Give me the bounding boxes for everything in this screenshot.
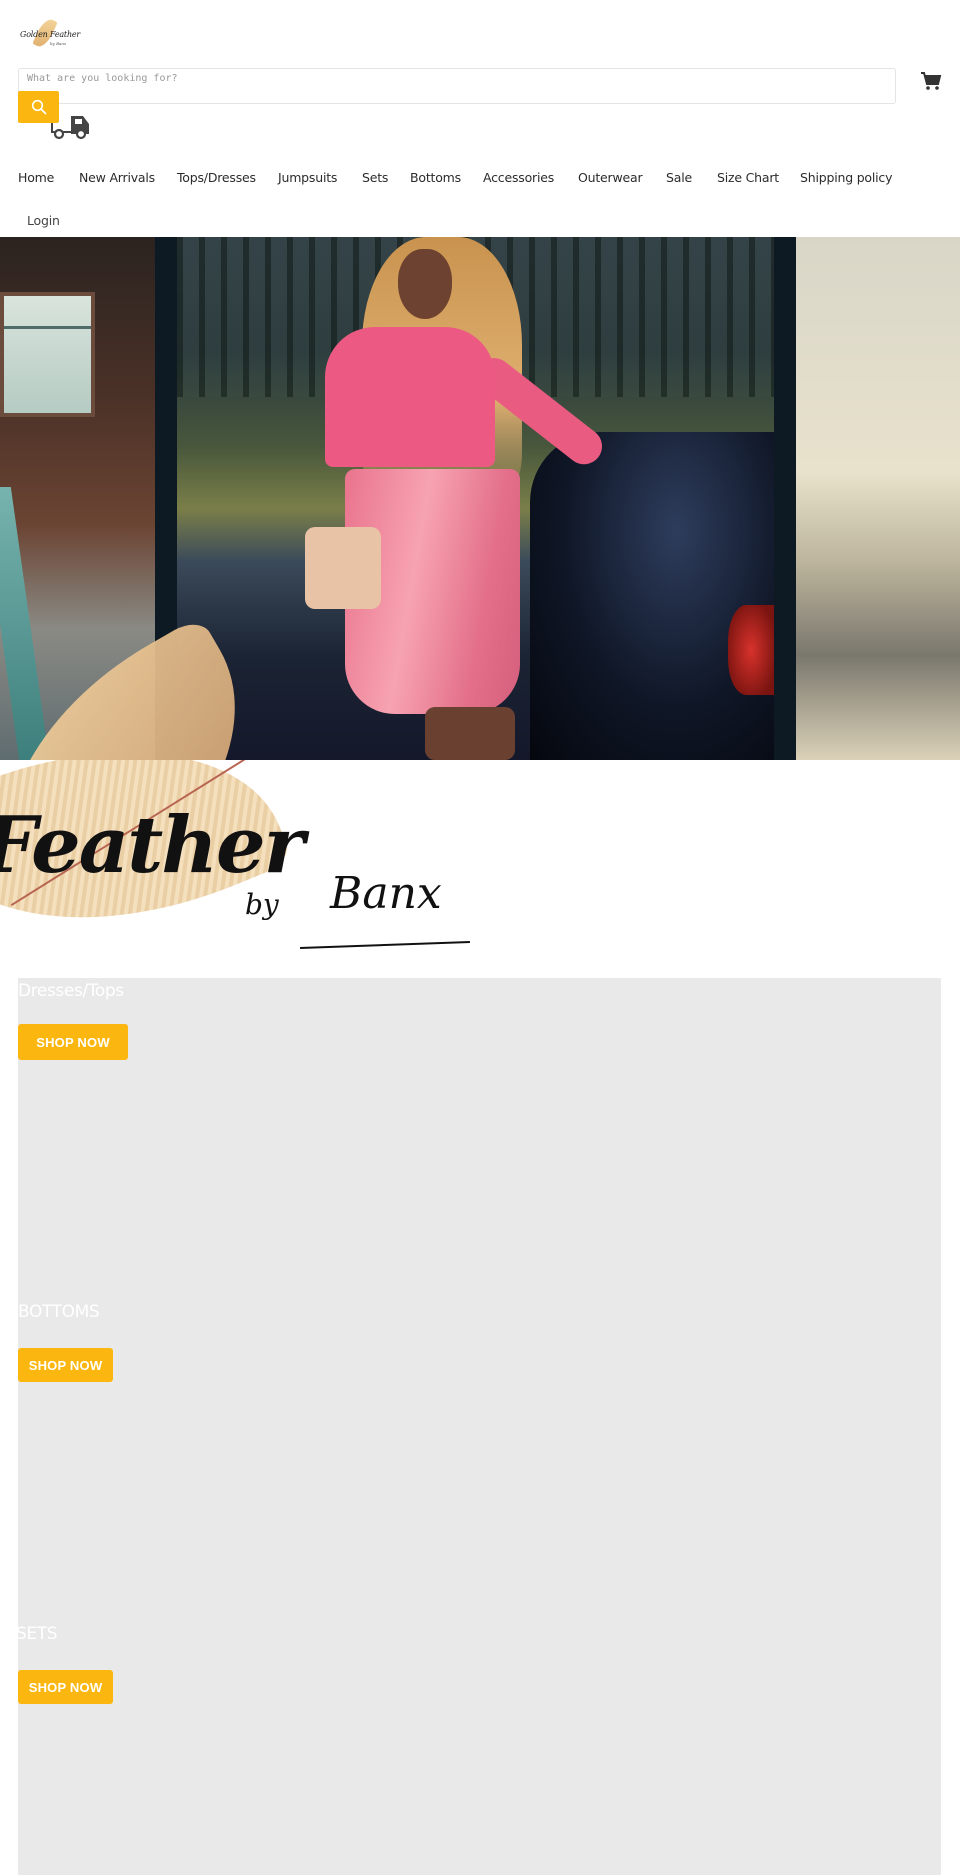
search-bar	[18, 68, 896, 104]
store-logo[interactable]: Golden Feather by Banx	[18, 16, 80, 52]
nav-item-tops-dresses[interactable]: Tops/Dresses	[177, 170, 256, 185]
hero-model-bag	[305, 527, 381, 609]
hero-image[interactable]	[0, 237, 960, 760]
nav-item-sale[interactable]: Sale	[666, 170, 692, 185]
logo-subtext: by Banx	[50, 41, 67, 46]
search-icon	[31, 99, 46, 115]
hero-model-legs	[425, 707, 515, 760]
hero-window	[0, 292, 95, 417]
nav-item-size-chart[interactable]: Size Chart	[717, 170, 779, 185]
hero-right-panel	[796, 237, 960, 760]
collections-section: Dresses/Tops SHOP NOW BOTTOMS SHOP NOW S…	[16, 978, 941, 1875]
logo-text: Golden Feather	[20, 30, 81, 39]
brand-name: Banx	[330, 868, 442, 919]
collection-title: SETS	[16, 1624, 58, 1644]
brand-title: Feather	[0, 800, 305, 891]
hero-car-taillight	[728, 605, 774, 695]
brand-underline	[300, 941, 470, 949]
collection-title: Dresses/Tops	[18, 981, 124, 1001]
hero-frame-right	[774, 237, 796, 760]
login-link[interactable]: Login	[27, 213, 60, 228]
cart-icon[interactable]	[920, 70, 942, 92]
shop-now-button[interactable]: SHOP NOW	[18, 1348, 113, 1382]
nav-item-outerwear[interactable]: Outerwear	[578, 170, 643, 185]
hero-model-face	[398, 249, 452, 319]
nav-item-accessories[interactable]: Accessories	[483, 170, 554, 185]
brand-banner: Feather by Banx	[0, 760, 960, 957]
search-input[interactable]	[27, 73, 887, 84]
hero-car	[530, 432, 774, 760]
collection-title: BOTTOMS	[18, 1302, 100, 1322]
hero-model-top	[325, 327, 495, 467]
nav-item-shipping-policy[interactable]: Shipping policy	[800, 170, 893, 185]
search-button[interactable]	[18, 91, 59, 123]
nav-item-jumpsuits[interactable]: Jumpsuits	[278, 170, 337, 185]
shop-now-button[interactable]: SHOP NOW	[18, 1670, 113, 1704]
shop-now-button[interactable]: SHOP NOW	[18, 1024, 128, 1060]
nav-item-home[interactable]: Home	[18, 170, 54, 185]
brand-by: by	[245, 888, 279, 921]
nav-item-new-arrivals[interactable]: New Arrivals	[79, 170, 155, 185]
nav-item-bottoms[interactable]: Bottoms	[410, 170, 461, 185]
nav-item-sets[interactable]: Sets	[362, 170, 388, 185]
